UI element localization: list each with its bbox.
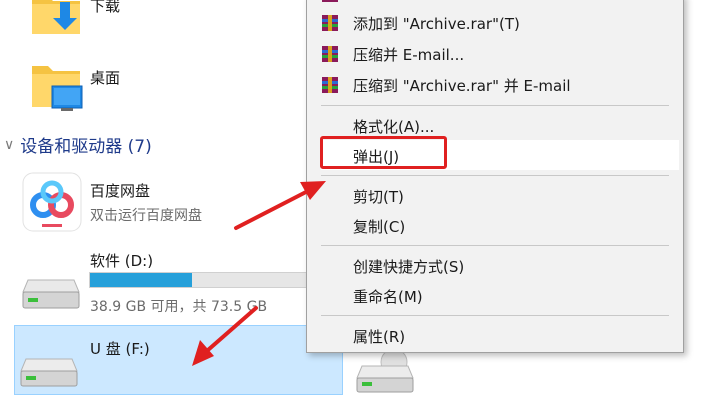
annotation-arrows [192,181,326,366]
arrow-to-usb-icon [192,306,258,366]
arrow-to-eject-icon [234,181,326,230]
